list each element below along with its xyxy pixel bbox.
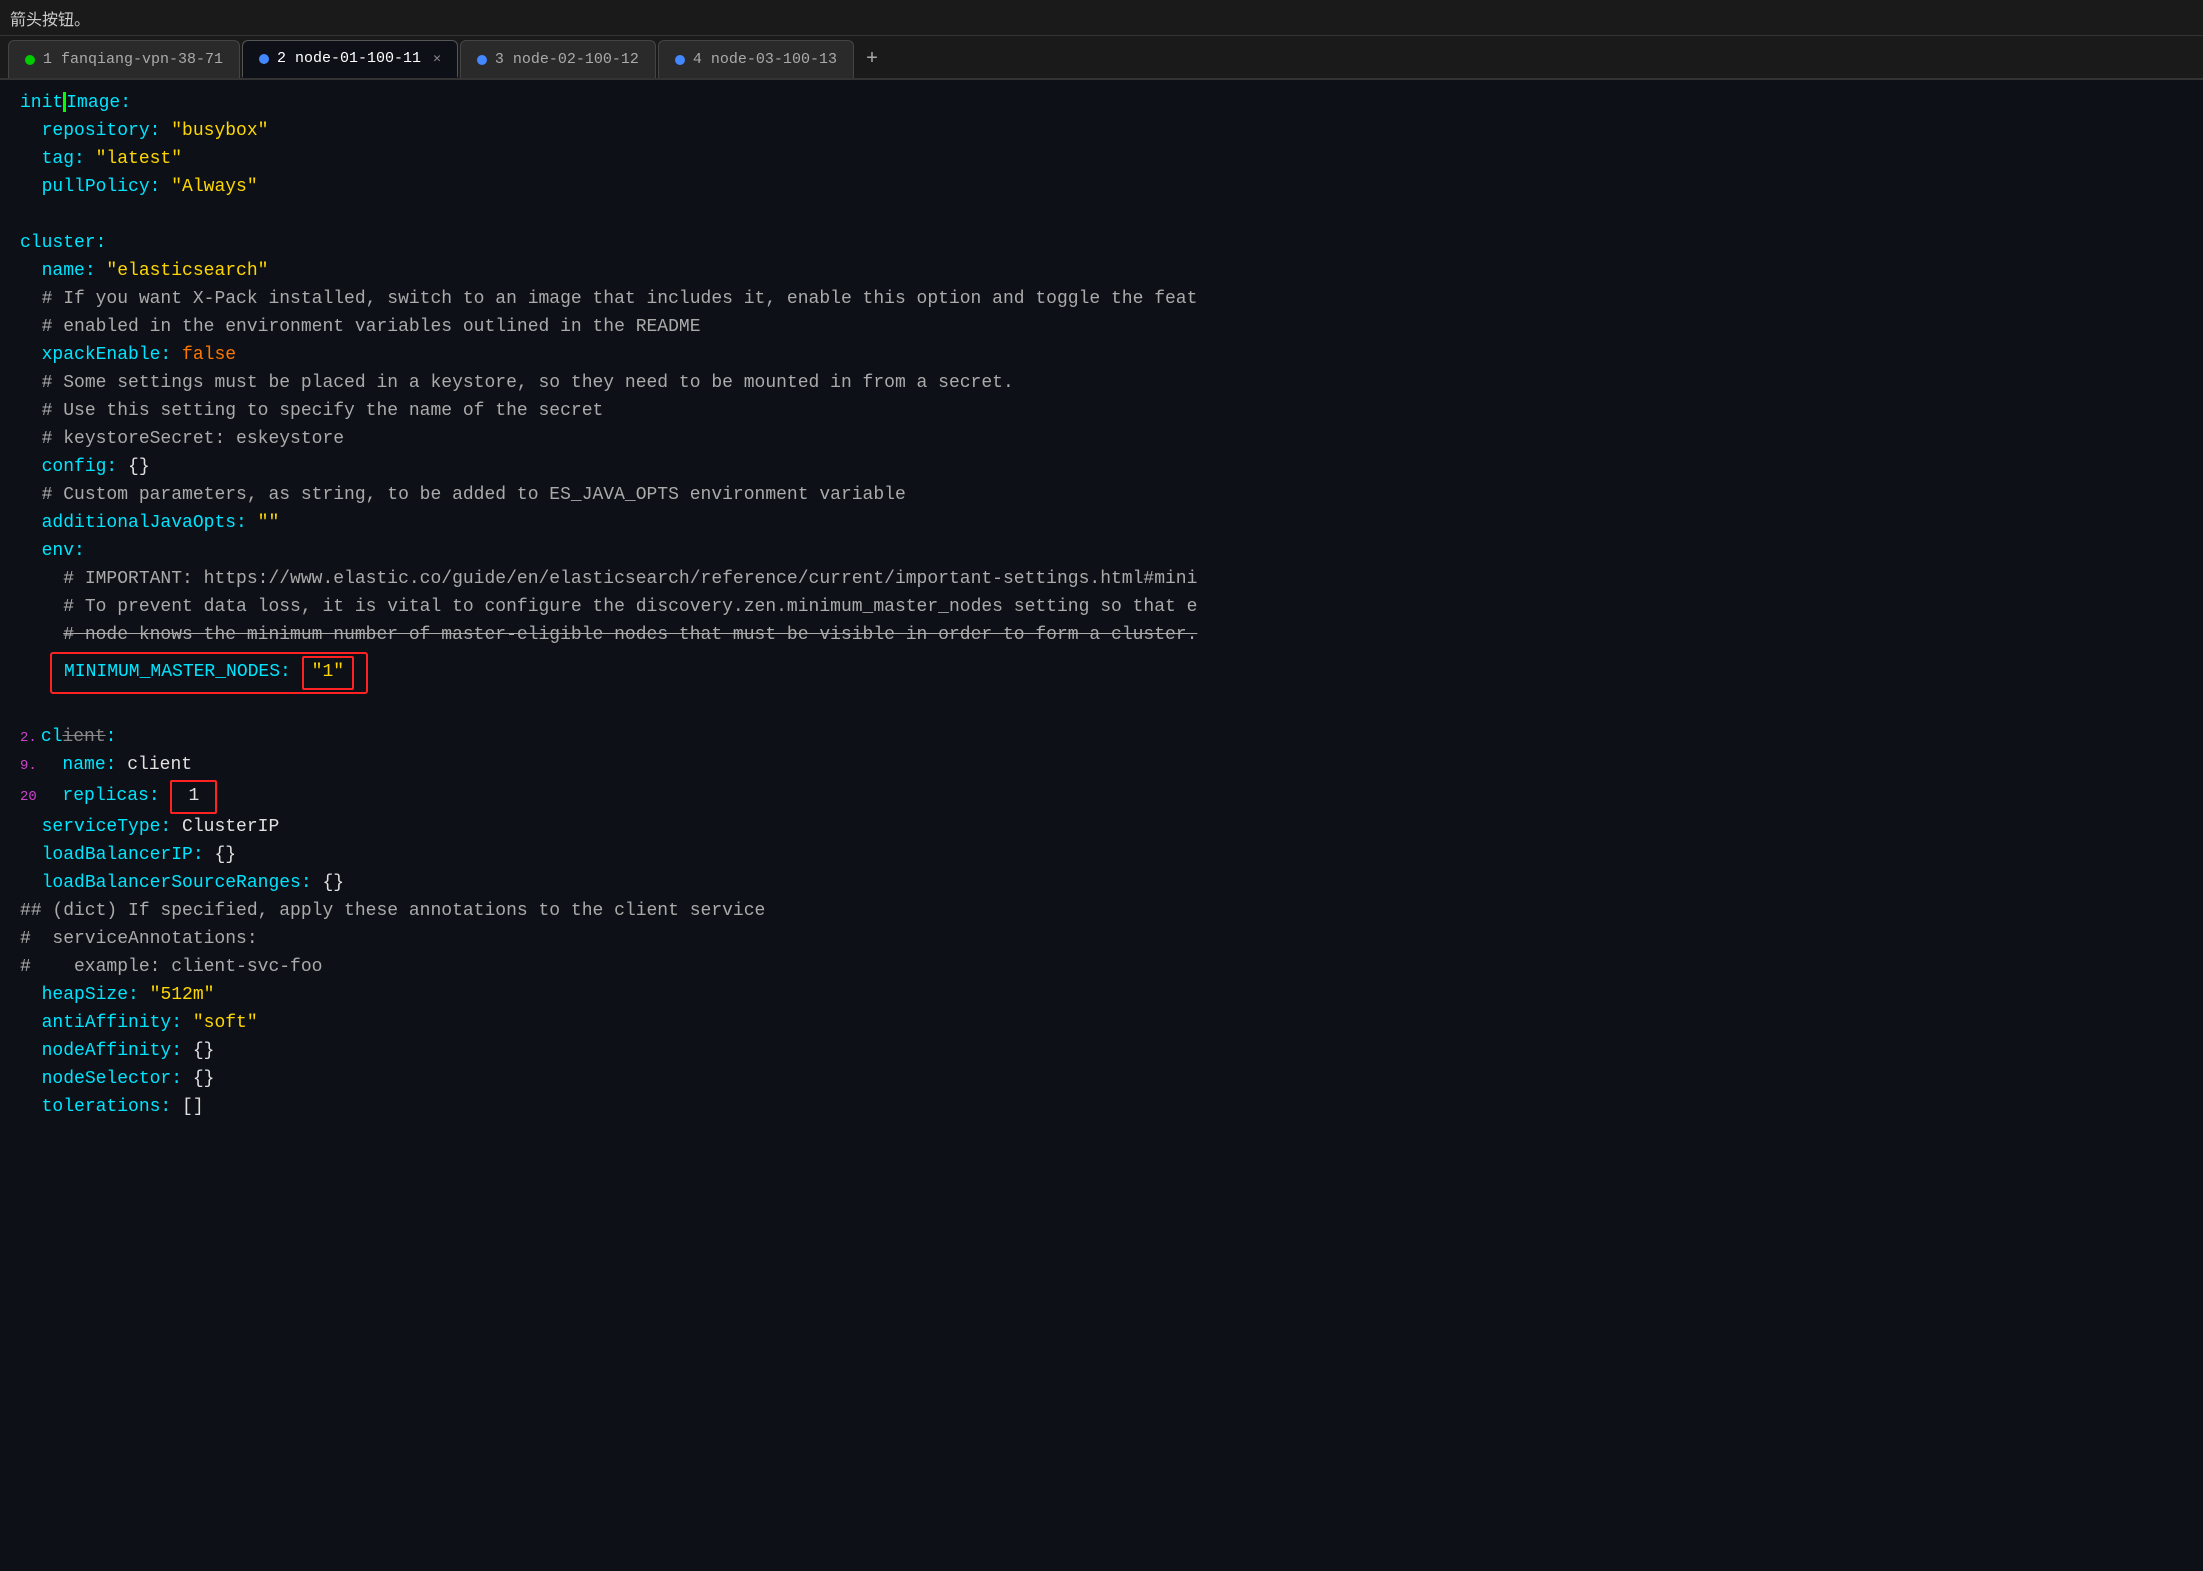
- code-line-26: serviceType: ClusterIP: [20, 814, 2203, 842]
- tab-4[interactable]: 4 node-03-100-13: [658, 40, 854, 78]
- code-line-21: MINIMUM_MASTER_NODES: "1": [20, 652, 2203, 694]
- code-line-9: # enabled in the environment variables o…: [20, 314, 2203, 342]
- code-line-14: config: {}: [20, 454, 2203, 482]
- code-text: initImage:: [20, 90, 131, 118]
- topbar-text: 箭头按钮。: [10, 6, 90, 30]
- tab-4-dot: [675, 55, 685, 65]
- code-line-6: cluster:: [20, 230, 2203, 258]
- code-line-15: # Custom parameters, as string, to be ad…: [20, 482, 2203, 510]
- tabbar: 1 fanqiang-vpn-38-71 2 node-01-100-11 ✕ …: [0, 36, 2203, 80]
- new-tab-button[interactable]: +: [856, 40, 888, 78]
- code-line-1: initImage:: [20, 90, 2203, 118]
- code-line-33: antiAffinity: "soft": [20, 1010, 2203, 1038]
- code-line-28: loadBalancerSourceRanges: {}: [20, 870, 2203, 898]
- tab-4-label: 4 node-03-100-13: [693, 51, 837, 68]
- code-line-32: heapSize: "512m": [20, 982, 2203, 1010]
- code-line-13: # keystoreSecret: eskeystore: [20, 426, 2203, 454]
- code-line-30: # serviceAnnotations:: [20, 926, 2203, 954]
- code-line-20: # node knows the minimum number of maste…: [20, 622, 2203, 650]
- code-line-3: tag: "latest": [20, 146, 2203, 174]
- code-line-16: additionalJavaOpts: "": [20, 510, 2203, 538]
- replicas-value-box: 1: [170, 780, 217, 814]
- minimum-master-nodes-value-box: "1": [302, 656, 354, 690]
- tab-1-label: 1 fanqiang-vpn-38-71: [43, 51, 223, 68]
- code-line-31: # example: client-svc-foo: [20, 954, 2203, 982]
- tab-1-dot: [25, 55, 35, 65]
- minimum-master-nodes-highlight: MINIMUM_MASTER_NODES: "1": [50, 652, 368, 694]
- code-line-34: nodeAffinity: {}: [20, 1038, 2203, 1066]
- code-line-35: nodeSelector: {}: [20, 1066, 2203, 1094]
- tab-2-label: 2 node-01-100-11: [277, 50, 421, 67]
- code-line-23: 2. cl ient :: [20, 724, 2203, 752]
- code-line-11: # Some settings must be placed in a keys…: [20, 370, 2203, 398]
- code-line-19: # To prevent data loss, it is vital to c…: [20, 594, 2203, 622]
- tab-2[interactable]: 2 node-01-100-11 ✕: [242, 40, 458, 78]
- code-line-12: # Use this setting to specify the name o…: [20, 398, 2203, 426]
- code-line-22: [20, 696, 2203, 724]
- code-line-29: ## (dict) If specified, apply these anno…: [20, 898, 2203, 926]
- code-line-5: [20, 202, 2203, 230]
- code-line-27: loadBalancerIP: {}: [20, 842, 2203, 870]
- code-line-4: pullPolicy: "Always": [20, 174, 2203, 202]
- tab-2-close[interactable]: ✕: [433, 51, 441, 66]
- code-line-24: 9. name: client: [20, 752, 2203, 780]
- cursor: [63, 92, 66, 112]
- tab-2-dot: [259, 54, 269, 64]
- topbar: 箭头按钮。: [0, 0, 2203, 36]
- code-line-18: # IMPORTANT: https://www.elastic.co/guid…: [20, 566, 2203, 594]
- code-area: initImage: repository: "busybox" tag: "l…: [0, 80, 2203, 1571]
- code-line-10: xpackEnable: false: [20, 342, 2203, 370]
- tab-1[interactable]: 1 fanqiang-vpn-38-71: [8, 40, 240, 78]
- tab-3-label: 3 node-02-100-12: [495, 51, 639, 68]
- code-line-25: 20 replicas: 1: [20, 780, 2203, 814]
- code-line-17: env:: [20, 538, 2203, 566]
- code-line-8: # If you want X-Pack installed, switch t…: [20, 286, 2203, 314]
- code-line-2: repository: "busybox": [20, 118, 2203, 146]
- tab-3-dot: [477, 55, 487, 65]
- code-line-36: tolerations: []: [20, 1094, 2203, 1122]
- tab-3[interactable]: 3 node-02-100-12: [460, 40, 656, 78]
- code-line-7: name: "elasticsearch": [20, 258, 2203, 286]
